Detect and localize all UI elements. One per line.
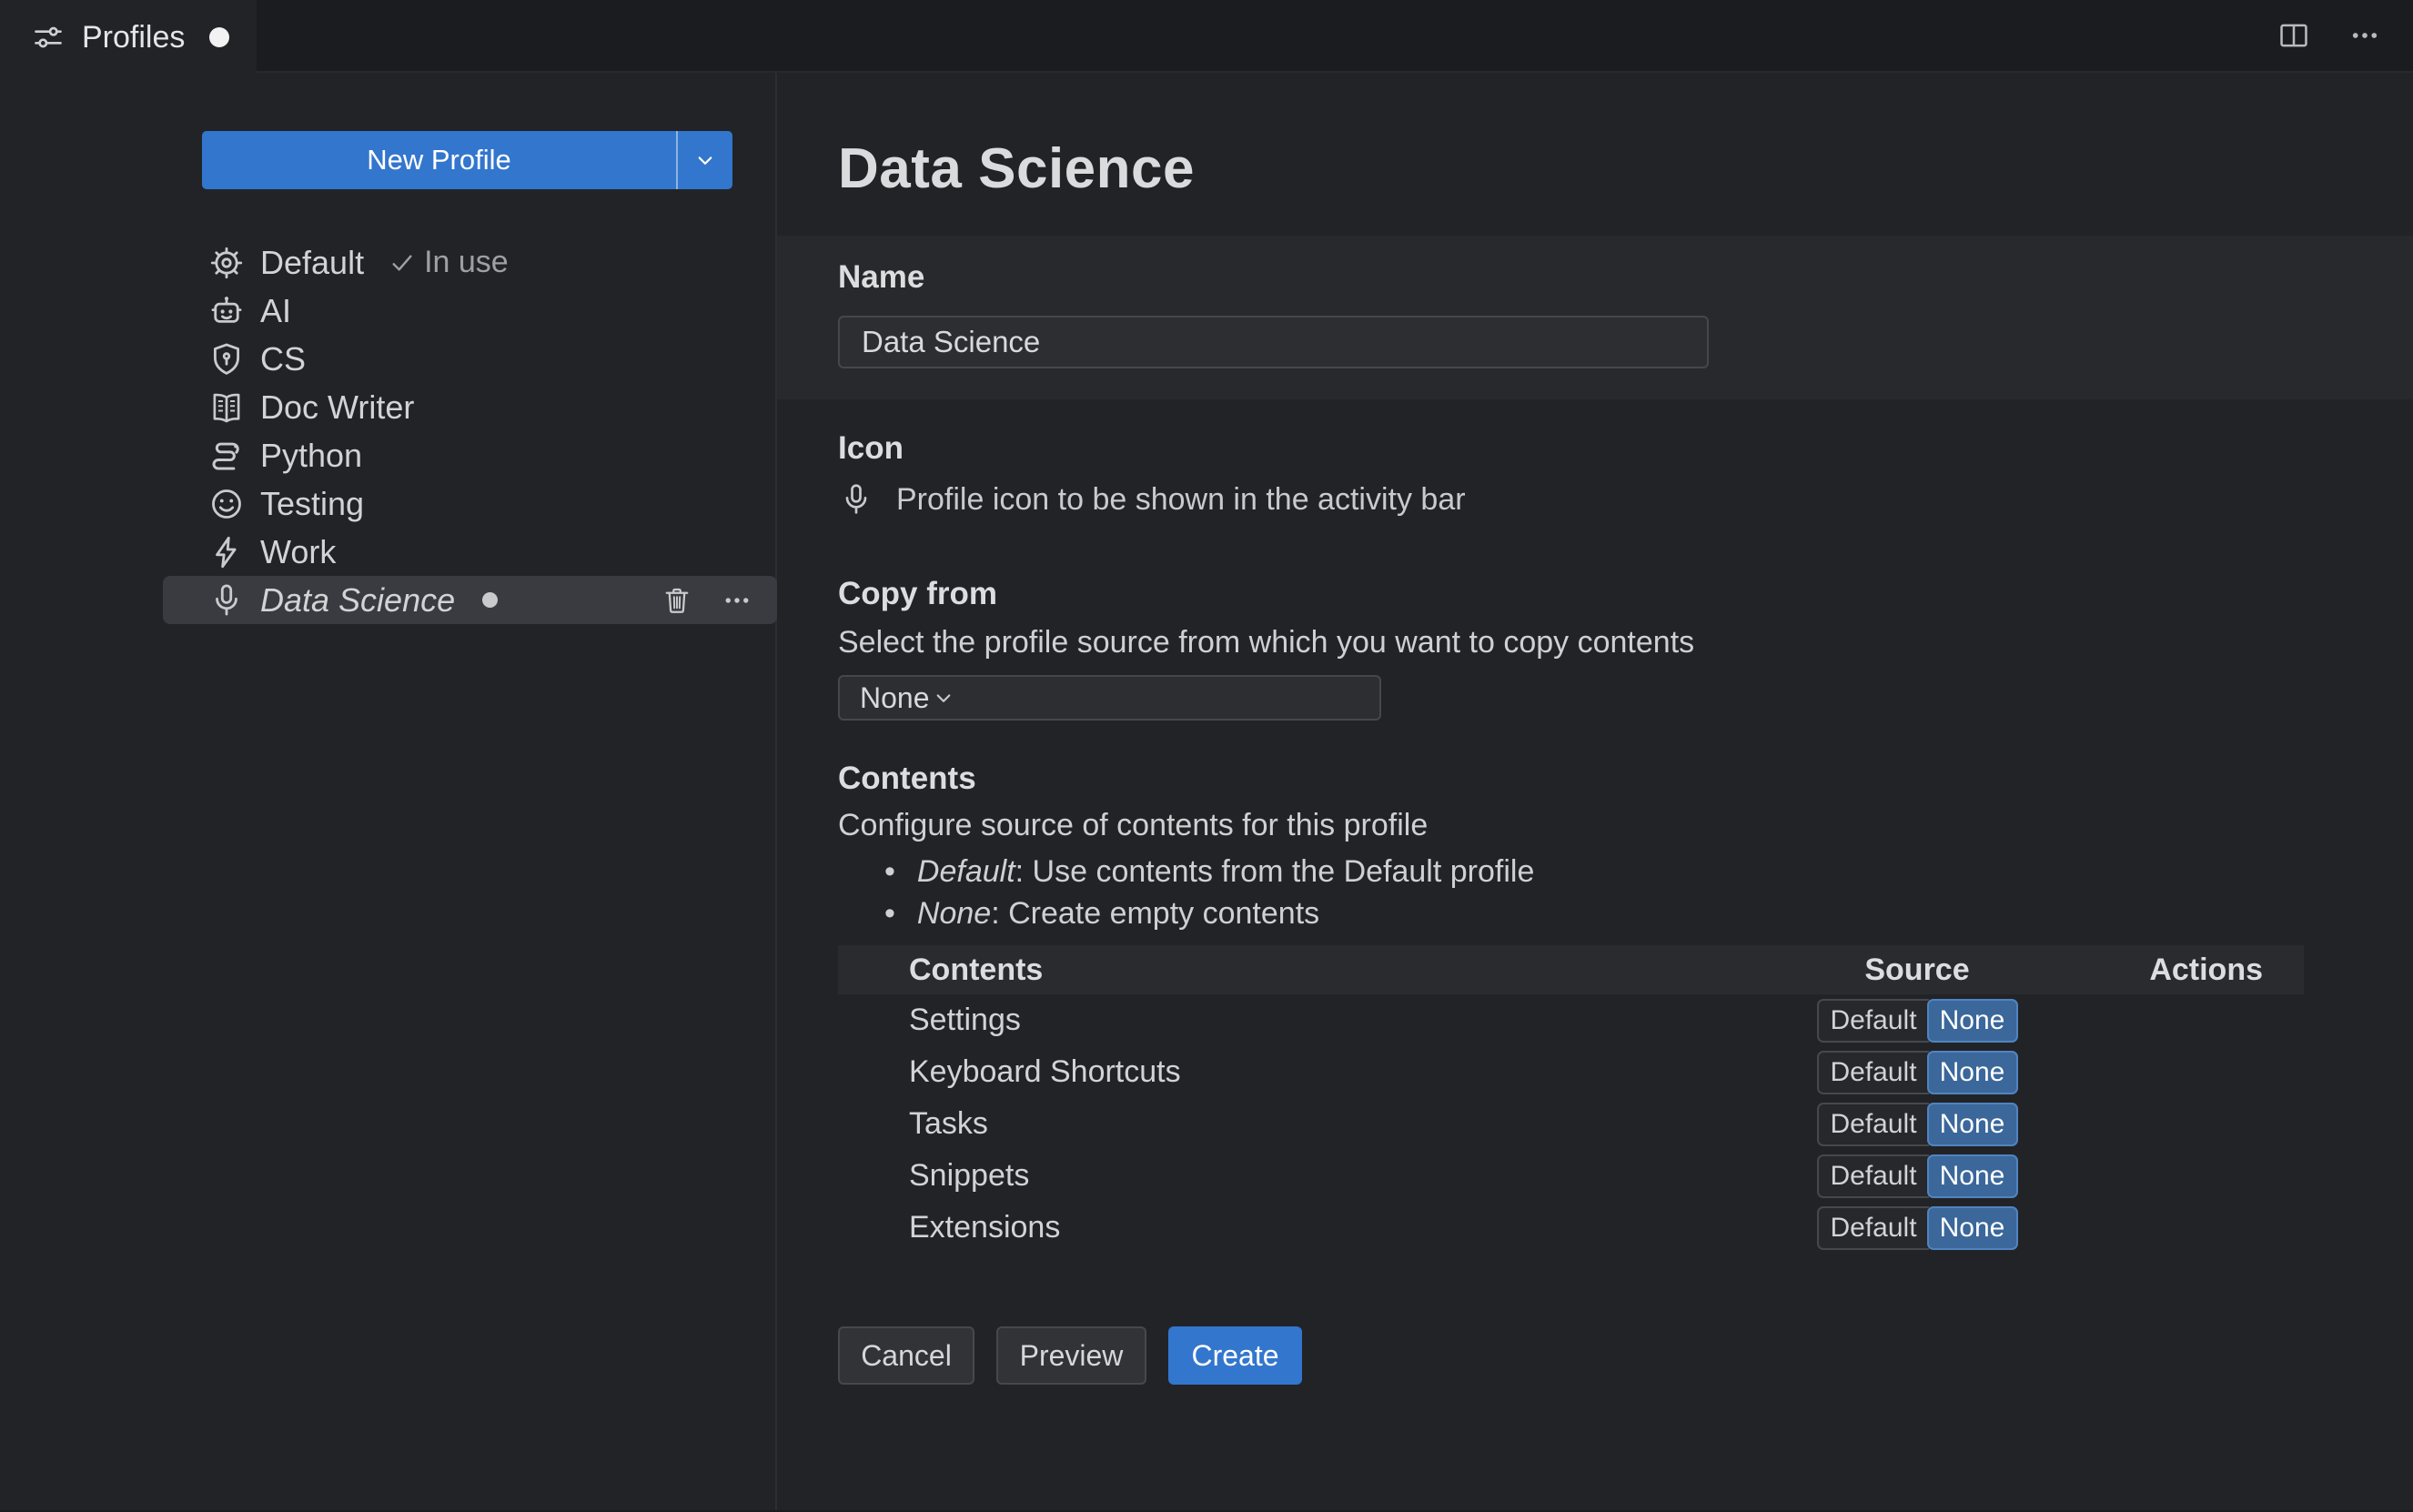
shield-icon [207, 340, 246, 378]
content-row-label: Tasks [909, 1106, 988, 1141]
profiles-sidebar: New Profile Default In use AI CS Doc Wri… [0, 73, 777, 1510]
source-toggle: Default None [1816, 1205, 2018, 1250]
tab-profiles[interactable]: Profiles [0, 0, 257, 75]
source-none-button[interactable]: None [1926, 1205, 2018, 1250]
profile-editor: Data Science Name Icon Profile icon to b… [777, 73, 2413, 1510]
preview-button[interactable]: Preview [996, 1326, 1146, 1385]
contents-label: Contents [838, 761, 976, 796]
profile-item-python[interactable]: Python [163, 431, 777, 479]
content-row-label: Settings [909, 1003, 1021, 1037]
mic-icon [838, 481, 874, 518]
source-toggle: Default None [1816, 998, 2018, 1043]
profile-name: Default [260, 243, 365, 281]
profile-name: Doc Writer [260, 388, 415, 426]
source-toggle: Default None [1816, 1154, 2018, 1198]
modified-dot-icon [482, 592, 499, 608]
source-default-button[interactable]: Default [1816, 1102, 1929, 1146]
contents-table-row: Extensions Default None [838, 1202, 2304, 1254]
page-title: Data Science [838, 137, 1195, 200]
contents-table-header: Contents Source Actions [838, 945, 2304, 994]
contents-table-row: Settings Default None [838, 994, 2304, 1046]
smiley-icon [207, 485, 246, 523]
contents-section: Contents Configure source of contents fo… [838, 761, 2304, 1254]
profile-name-input[interactable] [838, 316, 1709, 368]
source-toggle: Default None [1816, 1050, 2018, 1094]
zap-icon [207, 533, 246, 571]
chevron-down-icon [930, 684, 957, 711]
profile-item-work[interactable]: Work [163, 528, 777, 576]
check-icon [388, 248, 417, 277]
profile-item-default[interactable]: Default In use [163, 238, 777, 287]
copy-from-value: None [860, 680, 930, 714]
copy-from-select[interactable]: None [838, 675, 1381, 721]
source-none-button[interactable]: None [1926, 1050, 2018, 1094]
contents-table: Contents Source Actions Settings Default… [838, 945, 2304, 1254]
bullet-default: Default: Use contents from the Default p… [884, 851, 2304, 892]
name-section: Name [777, 236, 2413, 399]
content-row-label: Keyboard Shortcuts [909, 1054, 1181, 1089]
modified-dot-icon [209, 27, 229, 47]
split-editor-icon[interactable] [2277, 18, 2311, 53]
profile-name: CS [260, 339, 307, 378]
source-none-button[interactable]: None [1926, 1102, 2018, 1146]
in-use-badge: In use [388, 245, 509, 280]
copy-from-description: Select the profile source from which you… [838, 625, 1695, 660]
profile-more-icon[interactable] [721, 584, 753, 617]
editor-tab-bar: Profiles [0, 0, 2413, 75]
new-profile-split-button: New Profile [202, 131, 732, 189]
new-profile-button[interactable]: New Profile [202, 131, 678, 189]
create-button[interactable]: Create [1168, 1326, 1302, 1385]
robot-icon [207, 292, 246, 330]
content-row-label: Extensions [909, 1210, 1061, 1245]
profile-name: Work [260, 532, 337, 570]
bullet-none: None: Create empty contents [884, 892, 2304, 934]
snake-icon [207, 437, 246, 475]
contents-bullets: Default: Use contents from the Default p… [838, 851, 2304, 934]
profile-item-testing[interactable]: Testing [163, 479, 777, 528]
contents-table-row: Keyboard Shortcuts Default None [838, 1046, 2304, 1098]
icon-section: Icon Profile icon to be shown in the act… [838, 430, 2304, 521]
gear-icon [207, 244, 246, 282]
source-default-button[interactable]: Default [1816, 1205, 1929, 1250]
profile-name: Data Science [260, 580, 456, 619]
footer-actions: Cancel Preview Create [838, 1326, 2304, 1385]
profile-name: Python [260, 436, 363, 474]
contents-table-row: Snippets Default None [838, 1150, 2304, 1202]
profile-item-cs[interactable]: CS [163, 335, 777, 383]
source-toggle: Default None [1816, 1102, 2018, 1146]
contents-description: Configure source of contents for this pr… [838, 808, 1429, 842]
book-icon [207, 388, 246, 427]
copy-from-label: Copy from [838, 576, 997, 611]
icon-description: Profile icon to be shown in the activity… [896, 481, 1466, 517]
icon-label: Icon [838, 430, 904, 466]
profile-icon-picker[interactable]: Profile icon to be shown in the activity… [838, 478, 2304, 521]
contents-table-row: Tasks Default None [838, 1098, 2304, 1150]
source-default-button[interactable]: Default [1816, 1154, 1929, 1198]
source-default-button[interactable]: Default [1816, 1050, 1929, 1094]
more-actions-icon[interactable] [2347, 18, 2382, 53]
content-row-label: Snippets [909, 1158, 1030, 1193]
profile-item-ai[interactable]: AI [163, 287, 777, 335]
cancel-button[interactable]: Cancel [838, 1326, 974, 1385]
chevron-down-icon [692, 146, 719, 174]
profile-name: AI [260, 291, 292, 329]
source-default-button[interactable]: Default [1816, 998, 1929, 1043]
copy-from-section: Copy from Select the profile source from… [838, 576, 2304, 721]
editor-actions [2277, 0, 2413, 71]
new-profile-dropdown-button[interactable] [678, 131, 732, 189]
profile-item-doc-writer[interactable]: Doc Writer [163, 383, 777, 431]
profile-item-data-science[interactable]: Data Science [163, 576, 777, 624]
name-label: Name [838, 259, 925, 295]
tab-label: Profiles [82, 19, 186, 55]
sliders-icon [31, 20, 66, 55]
mic-icon [207, 581, 246, 620]
profile-name: Testing [260, 484, 365, 522]
delete-profile-icon[interactable] [661, 584, 693, 617]
source-none-button[interactable]: None [1926, 998, 2018, 1043]
profiles-list: Default In use AI CS Doc Writer Python T… [0, 238, 777, 624]
source-none-button[interactable]: None [1926, 1154, 2018, 1198]
